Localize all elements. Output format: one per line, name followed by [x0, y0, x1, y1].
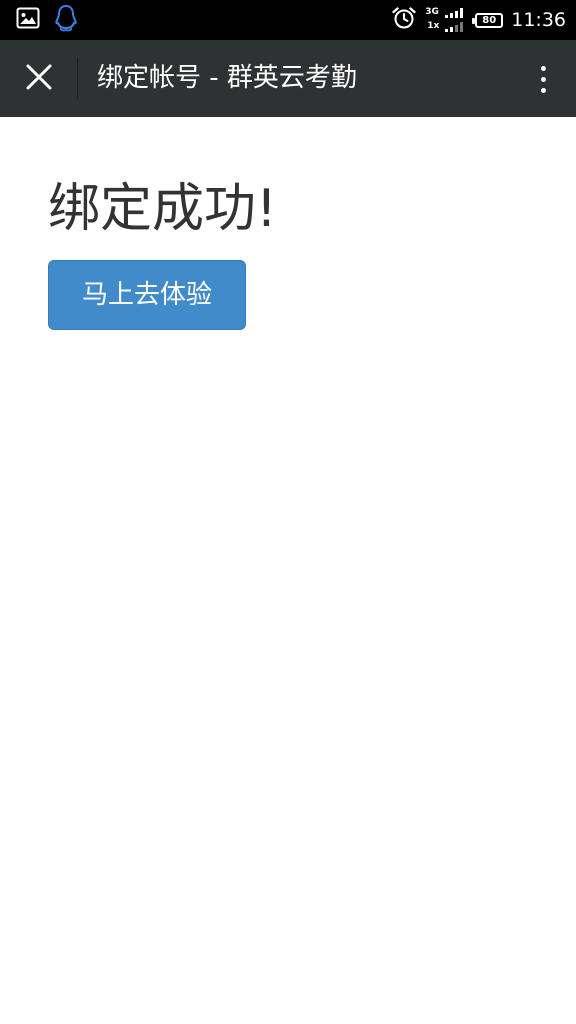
more-vertical-icon — [540, 65, 546, 93]
close-icon — [26, 64, 52, 94]
success-heading: 绑定成功! — [48, 179, 277, 239]
close-button[interactable] — [8, 48, 70, 110]
image-notification-icon — [16, 7, 40, 33]
status-bar: 3G 1x 80 11:36 — [0, 0, 576, 40]
battery-icon: 80 — [472, 12, 504, 28]
screen: 3G 1x 80 11:36 绑定帐号 - 群英云考勤 绑定成功! 马上去体验 — [0, 0, 576, 1024]
signal-icon: 3G 1x — [425, 7, 467, 33]
battery-level: 80 — [482, 14, 497, 26]
app-bar: 绑定帐号 - 群英云考勤 — [0, 40, 576, 117]
app-bar-divider — [77, 58, 78, 100]
status-bar-left — [16, 4, 78, 36]
page-title: 绑定帐号 - 群英云考勤 — [97, 63, 357, 93]
try-now-button[interactable]: 马上去体验 — [48, 260, 246, 330]
qq-penguin-icon — [54, 4, 78, 36]
status-bar-right: 3G 1x 80 11:36 — [391, 6, 566, 34]
more-menu-button[interactable] — [528, 54, 558, 104]
main-content: 绑定成功! 马上去体验 — [0, 117, 576, 1024]
alarm-clock-icon — [391, 6, 417, 34]
status-time: 11:36 — [511, 9, 566, 31]
